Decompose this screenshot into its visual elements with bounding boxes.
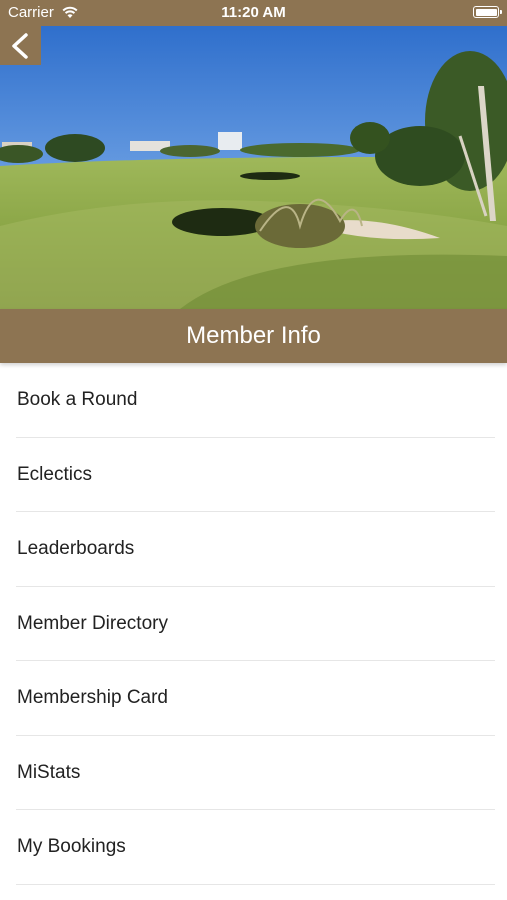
battery-icon — [473, 6, 502, 18]
list-item-label: Membership Card — [17, 687, 168, 709]
list-item-label: Leaderboards — [17, 538, 135, 560]
list-item-member-directory[interactable]: Member Directory — [0, 587, 507, 661]
list-item-label: My Bookings — [17, 836, 126, 858]
list-item-leaderboards[interactable]: Leaderboards — [0, 512, 507, 587]
hero-golf-course-image — [0, 26, 507, 309]
list-item-eclectics[interactable]: Eclectics — [0, 438, 507, 512]
clock-time: 11:20 AM — [221, 4, 286, 21]
page-title-bar: Member Info — [0, 309, 507, 363]
divider — [16, 883, 495, 885]
back-button[interactable] — [0, 26, 41, 65]
list-item-membership-card[interactable]: Membership Card — [0, 661, 507, 736]
list-item-label: MiStats — [17, 761, 81, 783]
list-item-label: Member Directory — [17, 612, 168, 634]
chevron-left-icon — [12, 33, 28, 59]
status-bar: Carrier 11:20 AM — [0, 0, 507, 26]
page-title: Member Info — [186, 322, 321, 349]
list-item-my-bookings[interactable]: My Bookings — [0, 810, 507, 885]
list-item-book-a-round[interactable]: Book a Round — [0, 363, 507, 438]
list-item-mistats[interactable]: MiStats — [0, 736, 507, 810]
member-menu-list: Book a Round Eclectics Leaderboards Memb… — [0, 363, 507, 885]
list-item-label: Eclectics — [17, 463, 92, 485]
list-item-label: Book a Round — [17, 389, 138, 411]
